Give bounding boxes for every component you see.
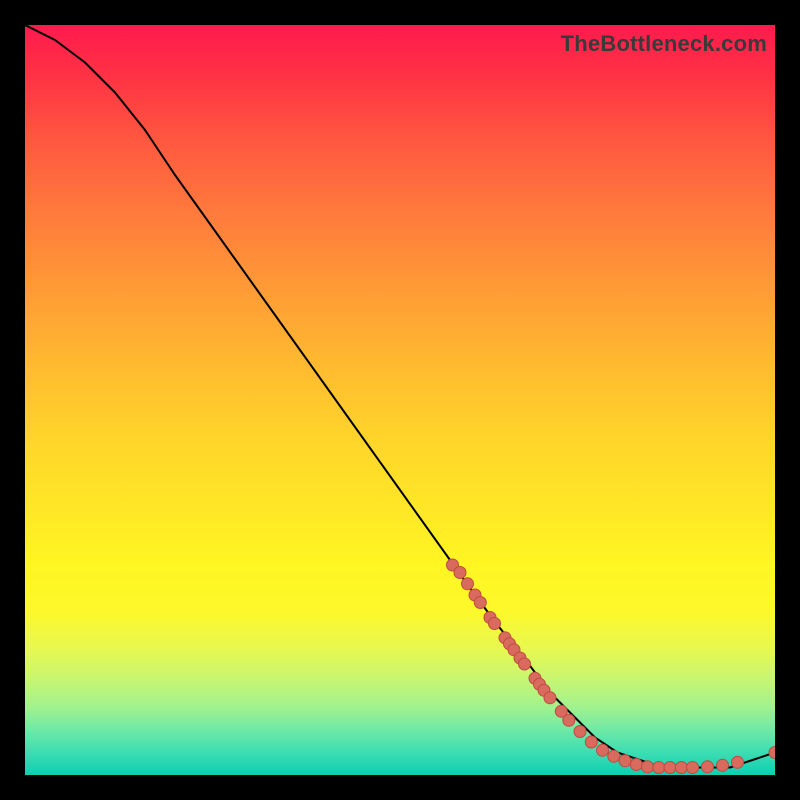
data-marker [687, 762, 699, 774]
data-marker [563, 714, 575, 726]
data-marker [630, 759, 642, 771]
plot-area: TheBottleneck.com [25, 25, 775, 775]
data-markers [447, 559, 776, 774]
data-marker [702, 761, 714, 773]
data-marker [653, 762, 665, 774]
data-marker [608, 750, 620, 762]
data-marker [544, 692, 556, 704]
data-marker [642, 761, 654, 773]
data-marker [585, 736, 597, 748]
data-marker [519, 658, 531, 670]
data-marker [769, 747, 775, 759]
chart-container: TheBottleneck.com [0, 0, 800, 800]
data-marker [597, 744, 609, 756]
bottleneck-curve [25, 25, 775, 768]
data-marker [675, 762, 687, 774]
data-marker [732, 756, 744, 768]
data-marker [454, 567, 466, 579]
data-marker [462, 578, 474, 590]
data-marker [574, 726, 586, 738]
data-marker [664, 762, 676, 774]
data-marker [474, 597, 486, 609]
data-marker [717, 759, 729, 771]
data-marker [619, 755, 631, 767]
chart-svg [25, 25, 775, 775]
data-marker [489, 618, 501, 630]
